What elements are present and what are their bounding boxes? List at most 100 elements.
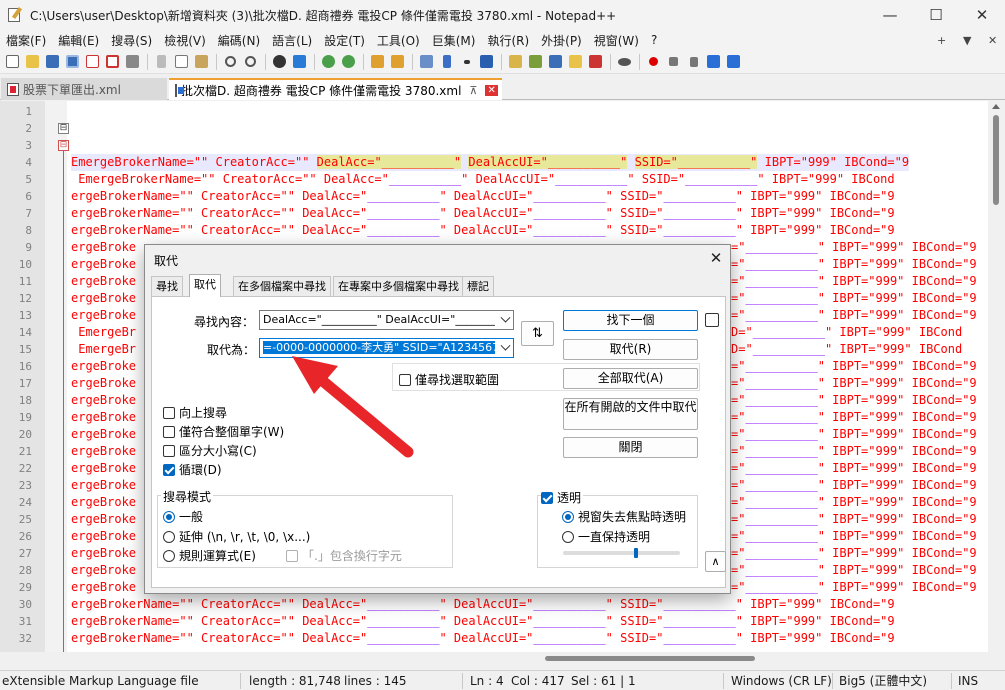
scrollbar-thumb[interactable] bbox=[993, 115, 999, 205]
transparency-slider-track[interactable] bbox=[563, 551, 680, 555]
vertical-scrollbar[interactable] bbox=[988, 101, 1005, 652]
horizontal-scrollbar-thumb[interactable] bbox=[545, 656, 755, 661]
macro-record-icon[interactable] bbox=[644, 52, 663, 71]
minimize-button[interactable]: — bbox=[867, 0, 913, 30]
dialog-close-icon[interactable]: ✕ bbox=[707, 249, 725, 267]
close-doc-icon[interactable]: ✕ bbox=[988, 30, 997, 50]
open-file-icon[interactable] bbox=[23, 52, 42, 71]
toolbar-separator bbox=[610, 53, 611, 70]
menu-search[interactable]: 搜尋(S) bbox=[105, 32, 158, 49]
find-next-option-checkbox[interactable] bbox=[705, 313, 719, 327]
cut-icon[interactable] bbox=[152, 52, 171, 71]
show-all-chars-icon[interactable] bbox=[437, 52, 456, 71]
sync-horizontal-icon[interactable] bbox=[388, 52, 407, 71]
tab-close-icon[interactable]: ✕ bbox=[485, 84, 498, 96]
in-selection-checkbox[interactable]: 僅尋找選取範圍 bbox=[399, 371, 499, 388]
zoom-out-icon[interactable] bbox=[339, 52, 358, 71]
fold-toggle-icon[interactable]: ⊟ bbox=[58, 123, 69, 134]
menu-tools[interactable]: 工具(O) bbox=[371, 32, 426, 49]
tab-find-in-files[interactable]: 在多個檔案中尋找 bbox=[233, 276, 331, 296]
tab-find[interactable]: 尋找 bbox=[151, 276, 183, 296]
word-wrap-icon[interactable] bbox=[417, 52, 436, 71]
print-icon[interactable] bbox=[123, 52, 142, 71]
paste-icon[interactable] bbox=[192, 52, 211, 71]
menu-run[interactable]: 執行(R) bbox=[481, 32, 535, 49]
pin-icon[interactable]: ⊼ bbox=[469, 84, 477, 97]
close-file-icon[interactable] bbox=[83, 52, 102, 71]
new-file-icon[interactable] bbox=[3, 52, 22, 71]
tab-find-in-projects[interactable]: 在專案中多個檔案中尋找 bbox=[333, 276, 464, 296]
tab-stock-export[interactable]: 股票下單匯出.xml bbox=[1, 78, 167, 100]
match-case-checkbox[interactable]: 區分大小寫(C) bbox=[163, 442, 257, 459]
macro-run-multiple-icon[interactable] bbox=[704, 52, 723, 71]
scroll-up-icon[interactable] bbox=[992, 104, 1000, 109]
menu-window[interactable]: 視窗(W) bbox=[588, 32, 645, 49]
tab-batch-file[interactable]: 批次檔D. 超商禮券 電投CP 條件僅需電投 3780.xml ⊼ ✕ bbox=[169, 78, 502, 100]
dot-matches-newline-checkbox[interactable]: 「.」包含換行字元 bbox=[286, 547, 402, 564]
menu-settings[interactable]: 設定(T) bbox=[318, 32, 371, 49]
save-all-icon[interactable] bbox=[63, 52, 82, 71]
search-mode-regex-radio[interactable]: 規則運算式(E) bbox=[163, 547, 256, 564]
show-all-chars-dropdown-icon[interactable] bbox=[457, 52, 476, 71]
copy-icon[interactable] bbox=[172, 52, 191, 71]
menu-macro[interactable]: 巨集(M) bbox=[426, 32, 482, 49]
doc-map-icon[interactable] bbox=[526, 52, 545, 71]
transparent-always-radio[interactable]: 一直保持透明 bbox=[562, 528, 650, 545]
tab-replace[interactable]: 取代 bbox=[189, 274, 221, 297]
checkbox-box bbox=[163, 444, 175, 457]
transparent-on-lose-focus-radio[interactable]: 視窗失去焦點時透明 bbox=[562, 508, 686, 525]
code-line: ="__________" IBPT="999" IBCond="9 bbox=[731, 529, 977, 543]
macro-play-icon[interactable] bbox=[684, 52, 703, 71]
menu-view[interactable]: 檢視(V) bbox=[158, 32, 212, 49]
undo-icon[interactable] bbox=[221, 52, 240, 71]
code-line: ergeBroke bbox=[71, 410, 137, 424]
macro-save-icon[interactable] bbox=[724, 52, 743, 71]
transparency-checkbox[interactable]: 透明 bbox=[541, 489, 584, 506]
replace-button[interactable]: 取代(R) bbox=[563, 339, 698, 360]
zoom-in-icon[interactable] bbox=[319, 52, 338, 71]
close-window-button[interactable]: ✕ bbox=[959, 0, 1005, 30]
tab-list-down-icon[interactable]: ▼ bbox=[963, 30, 971, 50]
menu-encoding[interactable]: 編碼(N) bbox=[212, 32, 266, 49]
macro-stop-icon[interactable] bbox=[664, 52, 683, 71]
find-what-combobox[interactable]: DealAcc="__________" DealAccUI="________… bbox=[259, 310, 514, 330]
swap-find-replace-button[interactable]: ⇅ bbox=[521, 321, 554, 346]
replace-icon[interactable] bbox=[290, 52, 309, 71]
search-backward-checkbox[interactable]: 向上搜尋 bbox=[163, 404, 227, 421]
search-mode-normal-radio[interactable]: 一般 bbox=[163, 508, 203, 525]
maximize-button[interactable]: ☐ bbox=[913, 0, 959, 30]
replace-all-button[interactable]: 全部取代(A) bbox=[563, 368, 698, 389]
monitoring-icon[interactable] bbox=[586, 52, 605, 71]
sync-vertical-icon[interactable] bbox=[368, 52, 387, 71]
code-line: ergeBroke bbox=[71, 512, 137, 526]
menu-file[interactable]: 檔案(F) bbox=[0, 32, 52, 49]
lang-udl-icon[interactable] bbox=[506, 52, 525, 71]
new-tab-plus-icon[interactable]: + bbox=[937, 30, 946, 50]
menu-language[interactable]: 語言(L) bbox=[266, 32, 318, 49]
chevron-down-icon[interactable] bbox=[500, 340, 511, 351]
collapse-dialog-button[interactable]: ∧ bbox=[705, 551, 726, 572]
transparency-slider-thumb[interactable] bbox=[633, 548, 638, 558]
wrap-around-checkbox[interactable]: 循環(D) bbox=[163, 461, 222, 478]
search-mode-extended-radio[interactable]: 延伸 (\n, \r, \t, \0, \x...) bbox=[163, 528, 310, 545]
folder-workspace-icon[interactable] bbox=[566, 52, 585, 71]
replace-all-open-docs-button[interactable]: 在所有開啟的文件中取代 bbox=[563, 398, 698, 430]
code-line: ="__________" IBPT="999" IBCond="9 bbox=[731, 274, 977, 288]
match-whole-word-checkbox[interactable]: 僅符合整個單字(W) bbox=[163, 423, 284, 440]
close-all-icon[interactable] bbox=[103, 52, 122, 71]
indent-guide-icon[interactable] bbox=[477, 52, 496, 71]
menu-help[interactable]: ? bbox=[645, 33, 663, 47]
tab-mark[interactable]: 標記 bbox=[462, 276, 494, 296]
fold-toggle-icon[interactable]: ⊟ bbox=[58, 140, 69, 151]
redo-icon[interactable] bbox=[241, 52, 260, 71]
chevron-down-icon[interactable] bbox=[500, 312, 511, 323]
eye-icon[interactable] bbox=[615, 52, 634, 71]
menu-plugins[interactable]: 外掛(P) bbox=[535, 32, 588, 49]
menu-edit[interactable]: 編輯(E) bbox=[52, 32, 105, 49]
find-icon[interactable] bbox=[270, 52, 289, 71]
find-next-button[interactable]: 找下一個 bbox=[563, 310, 698, 331]
function-list-icon[interactable] bbox=[546, 52, 565, 71]
close-dialog-button[interactable]: 關閉 bbox=[563, 437, 698, 458]
save-icon[interactable] bbox=[43, 52, 62, 71]
replace-with-combobox[interactable]: =-0000-0000000-李大勇" SSID="A123456789" bbox=[259, 338, 514, 358]
